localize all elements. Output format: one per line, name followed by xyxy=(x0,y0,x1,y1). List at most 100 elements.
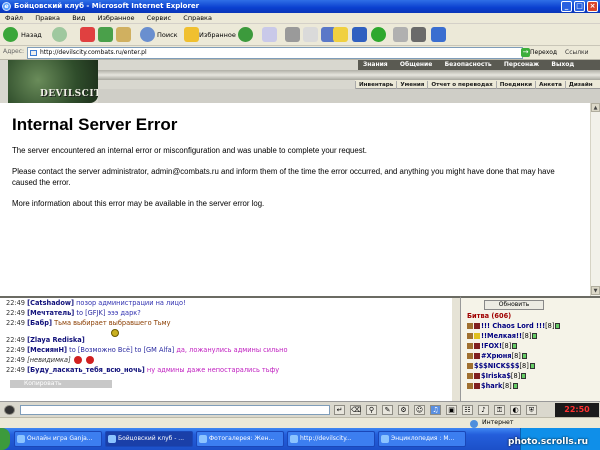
player-name[interactable]: !!! Chaos Lord !!! xyxy=(481,322,545,330)
task-item[interactable]: Энциклопедия : М... xyxy=(378,431,466,447)
translate-icon[interactable] xyxy=(431,27,446,42)
tool-icon[interactable] xyxy=(393,27,408,42)
menu-help[interactable]: Справка xyxy=(178,13,217,24)
minimize-button[interactable]: _ xyxy=(561,1,572,12)
battle-player[interactable]: $hark[8] xyxy=(467,382,518,391)
bell-icon[interactable]: ♪ xyxy=(478,405,489,415)
task-item[interactable]: Онлайн игра Ganja... xyxy=(14,431,102,447)
battle-player[interactable]: !FOX![8] xyxy=(467,342,518,351)
back-button[interactable]: Назад xyxy=(21,27,42,43)
print-icon[interactable] xyxy=(285,27,300,42)
menu-edit[interactable]: Правка xyxy=(30,13,65,24)
chat-time[interactable]: 22:49 xyxy=(6,319,25,327)
address-input[interactable]: http://devilscity.combats.ru/enter.pl xyxy=(27,47,523,59)
music-icon[interactable]: ♫ xyxy=(430,405,441,415)
menu-view[interactable]: Вид xyxy=(67,13,90,24)
chat-time[interactable]: 22:49 xyxy=(6,309,25,317)
chat-input[interactable] xyxy=(20,405,330,415)
chat-user[interactable]: [Мечтатель] xyxy=(27,309,74,317)
chat-time[interactable]: 22:49 xyxy=(6,299,25,307)
chat-user[interactable]: [Zlaya Rediska] xyxy=(27,336,85,344)
player-name[interactable]: $$$NICK$$$ xyxy=(474,362,519,370)
copy-button[interactable]: Копировать xyxy=(10,380,112,388)
stop-icon[interactable] xyxy=(80,27,95,42)
smiles-icon[interactable]: ☺ xyxy=(414,405,425,415)
edit-icon[interactable] xyxy=(303,27,318,42)
chat-user[interactable]: [невидимка] xyxy=(27,356,71,364)
filter-icon[interactable]: ⚲ xyxy=(366,405,377,415)
chat-user[interactable]: [Буду_ласкать_тебя_всю_ночь] xyxy=(27,366,145,374)
back-icon[interactable] xyxy=(3,27,18,42)
go-button[interactable]: → Переход xyxy=(520,47,562,59)
chat-recipient[interactable]: to [GFJK] xyxy=(76,309,105,317)
address-url[interactable]: http://devilscity.combats.ru/enter.pl xyxy=(40,49,147,56)
battle-player[interactable]: !!! Chaos Lord !!![8] xyxy=(467,322,561,331)
nav-character[interactable]: Персонаж xyxy=(499,60,544,70)
forward-icon[interactable] xyxy=(52,27,67,42)
chat-scrollbar[interactable] xyxy=(452,298,460,401)
chat-time[interactable]: 22:49 xyxy=(6,356,25,364)
home-icon[interactable] xyxy=(116,27,131,42)
info-icon[interactable] xyxy=(521,373,527,379)
notes-icon[interactable] xyxy=(333,27,348,42)
task-item[interactable]: Фотогалерея: Жен... xyxy=(196,431,284,447)
player-name[interactable]: #Хрюня xyxy=(481,352,512,360)
maximize-button[interactable]: □ xyxy=(574,1,585,12)
links-button[interactable]: Ссылки xyxy=(565,47,589,59)
battle-title[interactable]: Битва (606) xyxy=(467,312,511,320)
favorites-button[interactable]: Избранное xyxy=(199,27,236,43)
info-icon[interactable] xyxy=(532,333,538,339)
people-icon[interactable]: ☷ xyxy=(462,405,473,415)
scroll-up-icon[interactable]: ▲ xyxy=(591,103,600,112)
menu-favorites[interactable]: Избранное xyxy=(93,13,140,24)
search-button[interactable]: Поиск xyxy=(157,27,178,43)
info-icon[interactable] xyxy=(512,383,518,389)
favorites-star-icon[interactable] xyxy=(184,27,199,42)
lock-icon[interactable]: ⚿ xyxy=(494,405,505,415)
close-button[interactable]: × xyxy=(587,1,598,12)
winrar-icon[interactable] xyxy=(411,27,426,42)
chat-user[interactable]: [Бабр] xyxy=(27,319,52,327)
start-button[interactable] xyxy=(0,428,10,450)
info-icon[interactable] xyxy=(555,323,561,329)
chat-user[interactable]: [МесиянН] xyxy=(27,346,67,354)
chat-mode-icon[interactable] xyxy=(4,405,15,415)
chat-time[interactable]: 22:49 xyxy=(6,346,25,354)
translit-icon[interactable]: ✎ xyxy=(382,405,393,415)
site-logo[interactable]: DEVILSCITY xyxy=(8,60,108,103)
refresh-icon[interactable] xyxy=(98,27,113,42)
menu-file[interactable]: Файл xyxy=(0,13,28,24)
nav-knowledge[interactable]: Знания xyxy=(358,60,393,70)
clear-icon[interactable]: ⌫ xyxy=(350,405,361,415)
battle-player[interactable]: $$$NICK$$$[8] xyxy=(467,362,535,371)
chat-recipient[interactable]: to [Возможно Всё] to [GM Alfa] xyxy=(69,346,174,354)
messenger-icon[interactable] xyxy=(352,27,367,42)
task-item[interactable]: http://devilscity... xyxy=(287,431,375,447)
info-icon[interactable] xyxy=(512,343,518,349)
task-item[interactable]: Бойцовский клуб - ... xyxy=(105,431,193,447)
shield-icon[interactable]: ⛨ xyxy=(526,405,537,415)
info-icon[interactable] xyxy=(521,353,527,359)
clover-icon[interactable] xyxy=(371,27,386,42)
battle-player[interactable]: !!Мелкая!![8] xyxy=(467,332,538,341)
battle-player[interactable]: #Хрюня[8] xyxy=(467,352,527,361)
menu-tools[interactable]: Сервис xyxy=(142,13,176,24)
chat-user[interactable]: [Catshadow] xyxy=(27,299,74,307)
content-scrollbar[interactable]: ▲ ▼ xyxy=(590,103,600,296)
speaker-icon[interactable]: ◐ xyxy=(510,405,521,415)
player-name[interactable]: !FOX! xyxy=(481,342,502,350)
chat-time[interactable]: 22:49 xyxy=(6,336,25,344)
nav-security[interactable]: Безопасность xyxy=(440,60,497,70)
settings-icon[interactable]: ⚙ xyxy=(398,405,409,415)
search-icon[interactable] xyxy=(140,27,155,42)
mail-icon[interactable] xyxy=(262,27,277,42)
map-icon[interactable]: ▣ xyxy=(446,405,457,415)
send-icon[interactable]: ↵ xyxy=(334,405,345,415)
player-name[interactable]: $hark xyxy=(481,382,502,390)
nav-chat[interactable]: Общение xyxy=(395,60,437,70)
media-icon[interactable] xyxy=(238,27,253,42)
scroll-down-icon[interactable]: ▼ xyxy=(591,286,600,295)
nav-exit[interactable]: Выход xyxy=(546,60,579,70)
battle-player[interactable]: $Iriska$[8] xyxy=(467,372,527,381)
chat-time[interactable]: 22:49 xyxy=(6,366,25,374)
